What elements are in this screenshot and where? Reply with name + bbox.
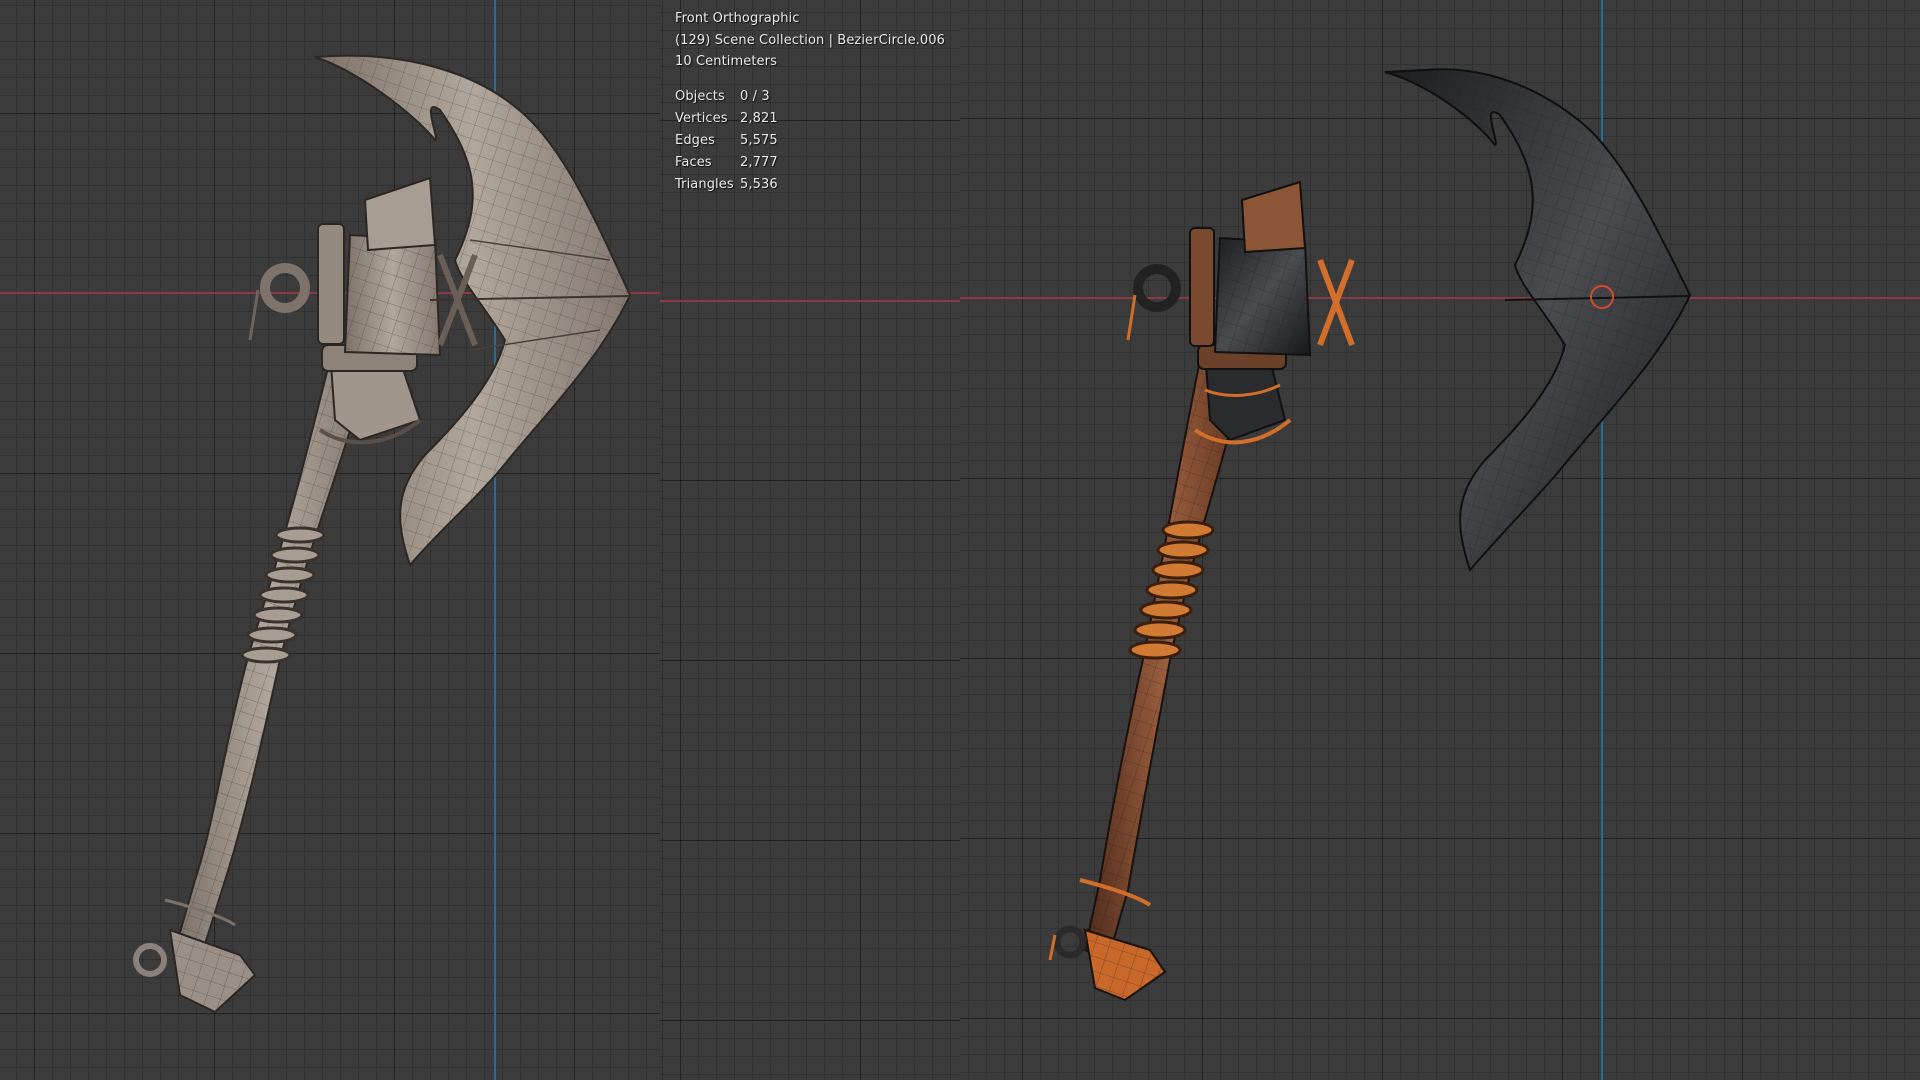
stat-label: Objects [675,88,725,104]
collection-line: (129) Scene Collection | BezierCircle.00… [675,32,946,48]
viewport-right[interactable] [960,0,1920,1080]
stat-row: Faces 2,777 [675,152,945,174]
stat-label: Vertices [675,110,728,126]
stat-value: 2,821 [740,110,778,126]
view-name: Front Orthographic [675,11,800,26]
axe-socket-textured [1126,180,1312,357]
stat-value: 5,536 [740,176,778,192]
stat-label: Triangles [675,176,734,192]
stat-value: 2,777 [740,154,778,170]
stat-row: Objects 0 / 3 [675,86,945,108]
stat-row: Vertices 2,821 [675,108,945,130]
stat-row: Triangles 5,536 [675,174,945,196]
stat-value: 5,575 [740,132,778,148]
axe-blade-textured [1317,68,1692,572]
viewport-left[interactable] [0,0,660,1080]
viewport-info-overlay: Front Orthographic (129) Scene Collectio… [675,8,945,196]
stat-label: Edges [675,132,715,148]
scene-statistics: Objects 0 / 3 Vertices 2,821 Edges 5,575… [675,86,945,196]
grid-scale: 10 Centimeters [675,54,777,69]
axe-handle-textured [1083,358,1247,962]
axe-socket [248,176,442,357]
axe-handle [173,358,370,962]
stat-label: Faces [675,154,712,170]
axe-model-clay[interactable] [0,0,660,1080]
x-axis-line-mid [660,300,960,302]
stat-value: 0 / 3 [740,88,770,104]
stat-row: Edges 5,575 [675,130,945,152]
axe-model-textured[interactable] [960,0,1920,1080]
